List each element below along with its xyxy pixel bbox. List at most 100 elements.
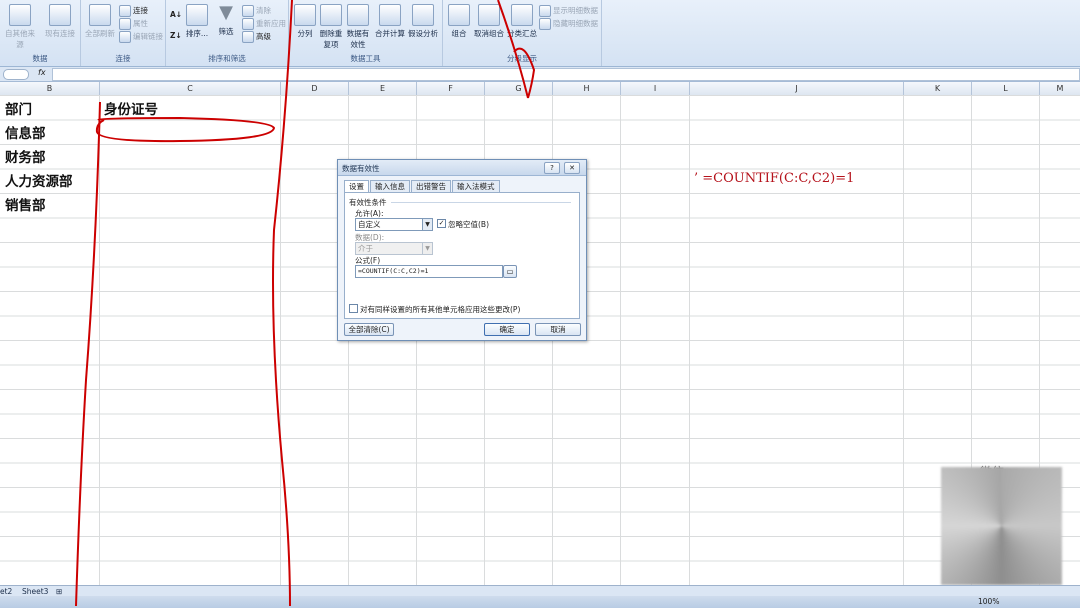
col-header-h[interactable]: H (553, 82, 621, 95)
refresh-all-button[interactable]: 全部刷新 (83, 4, 117, 39)
cell-b4[interactable]: 人力资源部 (5, 170, 73, 190)
help-button[interactable]: ? (544, 162, 560, 174)
grid-line (689, 95, 690, 585)
col-header-j[interactable]: J (690, 82, 904, 95)
properties-button[interactable]: 属性 (119, 18, 148, 30)
hide-detail-icon (539, 18, 551, 30)
col-header-m[interactable]: M (1040, 82, 1080, 95)
grid-line (99, 95, 100, 585)
database-icon (9, 4, 31, 26)
filter-funnel-icon: ▼ (219, 2, 233, 23)
data-validation-button[interactable]: 数据有效性 (345, 4, 371, 50)
clear-button[interactable]: 清除 (242, 5, 271, 17)
tab-input-message[interactable]: 输入信息 (370, 180, 410, 192)
cell-b2[interactable]: 信息部 (5, 122, 46, 142)
col-header-e[interactable]: E (349, 82, 417, 95)
col-header-f[interactable]: F (417, 82, 485, 95)
ungroup-icon (478, 4, 500, 26)
remove-duplicates-icon (320, 4, 342, 26)
cell-b1[interactable]: 部门 (5, 98, 32, 118)
text-to-columns-button[interactable]: 分列 (293, 4, 317, 39)
col-header-i[interactable]: I (621, 82, 690, 95)
apply-all-label: 对有同样设置的所有其他单元格应用这些更改(P) (360, 305, 521, 314)
existing-connections-button[interactable]: 现有连接 (42, 4, 78, 39)
data-validation-dialog: 数据有效性 ? ✕ 设置 输入信息 出错警告 输入法模式 有效性条件 允许(A): 自… (337, 159, 587, 341)
group-sort-filter: A↓ Z↓ 排序... ▼ 筛选 清除 重新应用 高级 排序和筛选 (166, 0, 289, 66)
col-header-l[interactable]: L (972, 82, 1040, 95)
tab-ime-mode[interactable]: 输入法模式 (452, 180, 500, 192)
cell-c1[interactable]: 身份证号 (104, 98, 158, 118)
what-if-analysis-button[interactable]: 假设分析 (407, 4, 439, 39)
col-header-k[interactable]: K (904, 82, 972, 95)
remove-duplicates-button[interactable]: 删除重复项 (319, 4, 343, 50)
clear-all-button[interactable]: 全部清除(C) (344, 323, 394, 336)
ignore-blank-label: 忽略空值(B) (448, 220, 489, 229)
col-header-d[interactable]: D (281, 82, 349, 95)
group-label: 分级显示 (507, 54, 537, 63)
pixelated-watermark (941, 467, 1062, 585)
cancel-button[interactable]: 取消 (535, 323, 581, 336)
sort-icon (186, 4, 208, 26)
group-connections: 全部刷新 连接 属性 编辑链接 连接 (81, 0, 166, 66)
subtotal-icon (511, 4, 533, 26)
filter-button[interactable]: ▼ 筛选 (214, 4, 238, 37)
status-bar: 100% (0, 596, 1080, 608)
grid-line (903, 95, 904, 585)
ribbon: 自其他来源 现有连接 数据 全部刷新 连接 属性 编辑链接 连接 A↓ Z↓ 排… (0, 0, 1080, 67)
zoom-level[interactable]: 100% (978, 597, 999, 606)
collapse-dialog-icon[interactable]: ▭ (503, 265, 517, 278)
advanced-button[interactable]: 高级 (242, 31, 271, 43)
hide-detail-button[interactable]: 隐藏明细数据 (539, 18, 598, 30)
chevron-down-icon: ▼ (422, 243, 432, 254)
formula-input[interactable] (52, 68, 1080, 81)
group-icon (448, 4, 470, 26)
group-data-tools: 分列 删除重复项 数据有效性 合并计算 假设分析 数据工具 (289, 0, 443, 66)
sort-desc-icon[interactable]: Z↓ (170, 31, 182, 40)
cell-b5[interactable]: 销售部 (5, 194, 46, 214)
group-outline: 组合 取消组合 分类汇总 显示明细数据 隐藏明细数据 分级显示 (443, 0, 602, 66)
tab-settings[interactable]: 设置 (344, 180, 369, 192)
reapply-button[interactable]: 重新应用 (242, 18, 286, 30)
col-header-g[interactable]: G (485, 82, 553, 95)
allow-select[interactable]: 自定义 ▼ (355, 218, 433, 231)
formula-bar: fx (0, 67, 1080, 82)
apply-all-checkbox[interactable] (349, 304, 358, 313)
from-other-sources-button[interactable]: 自其他来源 (2, 4, 38, 50)
sort-asc-icon[interactable]: A↓ (170, 10, 182, 19)
properties-icon (119, 18, 131, 30)
ok-button[interactable]: 确定 (484, 323, 530, 336)
col-header-b[interactable]: B (0, 82, 100, 95)
subtotal-button[interactable]: 分类汇总 (507, 4, 537, 39)
group-button[interactable]: 组合 (447, 4, 471, 39)
cell-b3[interactable]: 财务部 (5, 146, 46, 166)
ignore-blank-checkbox[interactable]: ✓ (437, 219, 446, 228)
col-header-c[interactable]: C (100, 82, 281, 95)
show-detail-button[interactable]: 显示明细数据 (539, 5, 598, 17)
advanced-filter-icon (242, 31, 254, 43)
insert-sheet-icon[interactable]: ⊞ (56, 587, 62, 596)
chain-icon (119, 31, 131, 43)
formula-field[interactable]: =COUNTIF(C:C,C2)=1 (355, 265, 503, 278)
sheet-tab-2[interactable]: et2 (0, 587, 12, 596)
consolidate-button[interactable]: 合并计算 (375, 4, 405, 39)
refresh-icon (89, 4, 111, 26)
group-label: 数据 (32, 54, 48, 63)
sheet-tab-3[interactable]: Sheet3 (22, 587, 48, 596)
clear-icon (242, 5, 254, 17)
tab-error-alert[interactable]: 出错警告 (411, 180, 451, 192)
connections-button[interactable]: 连接 (119, 5, 148, 17)
chevron-down-icon: ▼ (422, 219, 432, 230)
close-button[interactable]: ✕ (564, 162, 580, 174)
ungroup-button[interactable]: 取消组合 (473, 4, 505, 39)
group-get-data: 自其他来源 现有连接 数据 (0, 0, 81, 66)
name-box[interactable] (3, 69, 29, 80)
reapply-icon (242, 18, 254, 30)
fx-icon[interactable]: fx (38, 68, 46, 77)
group-label: 排序和筛选 (208, 54, 246, 63)
edit-links-button[interactable]: 编辑链接 (119, 31, 163, 43)
data-select[interactable]: 介于 ▼ (355, 242, 433, 255)
dialog-titlebar[interactable]: 数据有效性 ? ✕ (338, 160, 586, 176)
column-header: B C D E F G H I J K L M (0, 82, 1080, 96)
sort-button[interactable]: 排序... (184, 4, 210, 39)
section-title: 有效性条件 (349, 198, 387, 207)
